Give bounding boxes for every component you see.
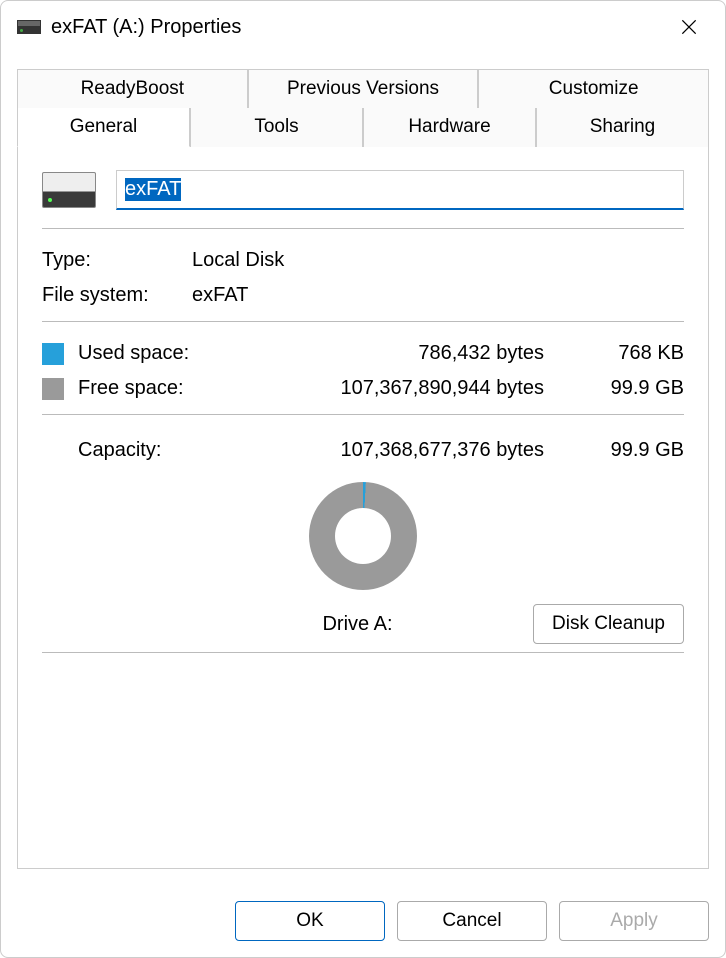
free-space-human: 99.9 GB bbox=[574, 377, 684, 400]
type-label: Type: bbox=[42, 249, 192, 272]
tab-general[interactable]: General bbox=[17, 108, 190, 147]
separator bbox=[42, 321, 684, 322]
drive-large-icon bbox=[42, 172, 96, 208]
volume-name-input[interactable] bbox=[116, 170, 684, 210]
tab-sharing[interactable]: Sharing bbox=[536, 108, 709, 147]
used-space-bytes: 786,432 bytes bbox=[228, 342, 574, 365]
close-button[interactable] bbox=[669, 7, 709, 47]
drive-letter-label: Drive A: bbox=[42, 613, 533, 636]
usage-pie-chart bbox=[309, 482, 417, 590]
used-space-human: 768 KB bbox=[574, 342, 684, 365]
type-value: Local Disk bbox=[192, 249, 284, 272]
separator bbox=[42, 652, 684, 653]
filesystem-label: File system: bbox=[42, 284, 192, 307]
capacity-human: 99.9 GB bbox=[574, 439, 684, 462]
tab-tools[interactable]: Tools bbox=[190, 108, 363, 147]
used-space-label: Used space: bbox=[78, 342, 228, 365]
close-icon bbox=[679, 17, 699, 37]
free-space-label: Free space: bbox=[78, 377, 228, 400]
separator bbox=[42, 414, 684, 415]
dialog-footer: OK Cancel Apply bbox=[1, 885, 725, 957]
filesystem-value: exFAT bbox=[192, 284, 248, 307]
tab-strip: ReadyBoost Previous Versions Customize G… bbox=[17, 69, 709, 147]
capacity-label: Capacity: bbox=[42, 439, 228, 462]
free-space-bytes: 107,367,890,944 bytes bbox=[228, 377, 574, 400]
content-area: ReadyBoost Previous Versions Customize G… bbox=[1, 53, 725, 885]
separator bbox=[42, 228, 684, 229]
used-swatch-icon bbox=[42, 343, 64, 365]
capacity-bytes: 107,368,677,376 bytes bbox=[228, 439, 574, 462]
apply-button[interactable]: Apply bbox=[559, 901, 709, 941]
ok-button[interactable]: OK bbox=[235, 901, 385, 941]
tab-customize[interactable]: Customize bbox=[478, 69, 709, 108]
tab-previous-versions[interactable]: Previous Versions bbox=[248, 69, 479, 108]
general-panel: Type: Local Disk File system: exFAT Used… bbox=[17, 146, 709, 869]
disk-cleanup-button[interactable]: Disk Cleanup bbox=[533, 604, 684, 644]
cancel-button[interactable]: Cancel bbox=[397, 901, 547, 941]
titlebar: exFAT (A:) Properties bbox=[1, 1, 725, 53]
tab-hardware[interactable]: Hardware bbox=[363, 108, 536, 147]
drive-icon bbox=[17, 20, 41, 34]
free-swatch-icon bbox=[42, 378, 64, 400]
properties-window: exFAT (A:) Properties ReadyBoost Previou… bbox=[0, 0, 726, 958]
tab-readyboost[interactable]: ReadyBoost bbox=[17, 69, 248, 108]
window-title: exFAT (A:) Properties bbox=[51, 16, 669, 39]
